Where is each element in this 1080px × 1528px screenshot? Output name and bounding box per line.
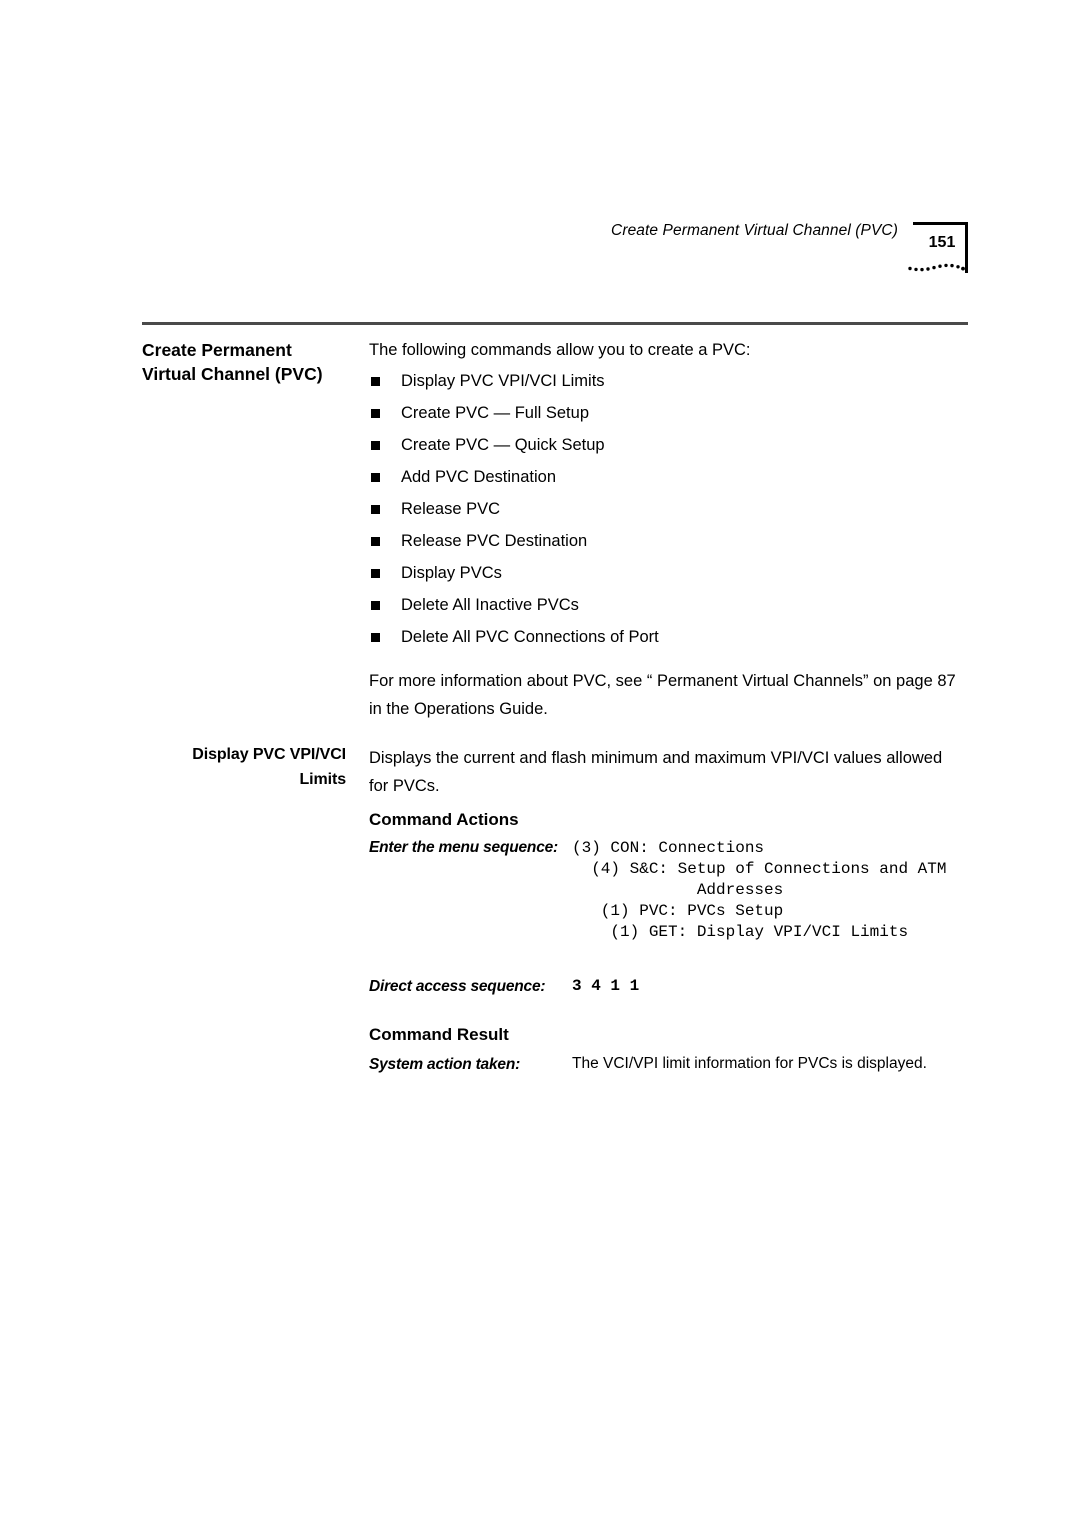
system-action-label: System action taken: (369, 1056, 521, 1073)
subsection-description: Displays the current and flash minimum a… (369, 749, 943, 795)
list-item-label: Delete All PVC Connections of Port (401, 628, 659, 646)
square-bullet-icon (371, 441, 380, 450)
square-bullet-icon (371, 633, 380, 642)
list-item-label: Release PVC (401, 500, 501, 518)
list-item-label: Add PVC Destination (401, 468, 557, 486)
list-item: Delete All PVC Connections of Port (369, 626, 969, 658)
section-heading: Create Permanent Virtual Channel (PVC) (142, 340, 323, 384)
list-item: Create PVC — Quick Setup (369, 434, 969, 466)
list-item: Create PVC — Full Setup (369, 402, 969, 434)
direct-access-sequence-value: 3 4 1 1 (572, 977, 640, 995)
command-result-heading: Command Result (369, 1025, 509, 1044)
list-item-label: Display PVCs (401, 564, 502, 582)
list-item-label: Delete All Inactive PVCs (401, 596, 579, 614)
list-item: Display PVCs (369, 562, 969, 594)
list-item: Release PVC Destination (369, 530, 969, 562)
direct-access-sequence-label: Direct access sequence: (369, 978, 546, 995)
list-item: Delete All Inactive PVCs (369, 594, 969, 626)
square-bullet-icon (371, 537, 380, 546)
menu-sequence-label: Enter the menu sequence: (369, 839, 558, 856)
system-action-value: The VCI/VPI limit information for PVCs i… (572, 1055, 927, 1072)
list-item: Display PVC VPI/VCI Limits (369, 370, 969, 402)
command-list: Display PVC VPI/VCI Limits Create PVC — … (369, 370, 969, 658)
list-item: Add PVC Destination (369, 466, 969, 498)
section-intro-text: The following commands allow you to crea… (369, 341, 751, 359)
header-top-rule (913, 222, 968, 225)
page-number: 151 (928, 234, 956, 251)
running-header-title: Create Permanent Virtual Channel (PVC) (611, 222, 898, 239)
list-item-label: Create PVC — Quick Setup (401, 436, 605, 454)
list-item-label: Release PVC Destination (401, 532, 588, 550)
square-bullet-icon (371, 569, 380, 578)
dotted-arc-decoration-icon (908, 263, 965, 272)
square-bullet-icon (371, 601, 380, 610)
list-item-label: Display PVC VPI/VCI Limits (401, 372, 605, 390)
command-actions-heading: Command Actions (369, 810, 519, 829)
content-divider-rule (142, 322, 968, 325)
square-bullet-icon (371, 505, 380, 514)
list-item-label: Create PVC — Full Setup (401, 404, 589, 422)
list-item: Release PVC (369, 498, 969, 530)
square-bullet-icon (371, 377, 380, 386)
subsection-heading: Display PVC VPI/VCI Limits (192, 746, 346, 788)
menu-sequence-value: (3) CON: Connections (4) S&C: Setup of C… (572, 839, 947, 941)
cross-reference-paragraph: For more information about PVC, see “ Pe… (369, 672, 956, 718)
square-bullet-icon (371, 409, 380, 418)
square-bullet-icon (371, 473, 380, 482)
page-header: Create Permanent Virtual Channel (PVC) 1… (0, 222, 1080, 282)
